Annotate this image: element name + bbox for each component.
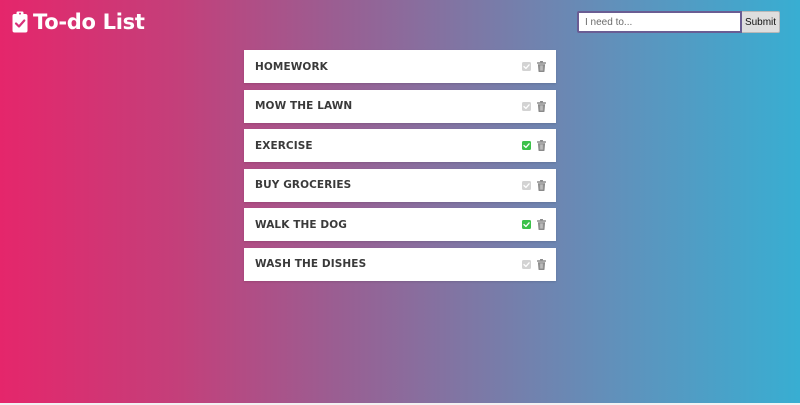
clipboard-check-icon — [12, 11, 28, 33]
todo-text: HOMEWORK — [255, 60, 328, 73]
trash-icon[interactable] — [537, 100, 546, 112]
todo-list: HOMEWORK MOW THE LAWN EXERCISE BUY GROCERIE… — [244, 50, 556, 288]
todo-item: HOMEWORK — [244, 50, 556, 83]
todo-text: WASH THE DISHES — [255, 258, 367, 271]
submit-button[interactable]: Submit — [742, 11, 780, 33]
unchecked-checkbox-icon[interactable] — [522, 180, 531, 190]
app-brand: To-do List — [12, 9, 145, 35]
todo-text: BUY GROCERIES — [255, 179, 352, 192]
todo-text: MOW THE LAWN — [255, 100, 353, 113]
trash-icon[interactable] — [537, 258, 546, 270]
page-title: To-do List — [33, 10, 145, 34]
trash-icon[interactable] — [537, 179, 546, 191]
todo-input[interactable] — [577, 11, 742, 33]
unchecked-checkbox-icon[interactable] — [522, 101, 531, 111]
checked-checkbox-icon[interactable] — [522, 141, 531, 151]
todo-item: WASH THE DISHES — [244, 247, 556, 281]
todo-item: MOW THE LAWN — [244, 89, 556, 123]
trash-icon[interactable] — [537, 140, 546, 152]
checked-checkbox-icon[interactable] — [522, 220, 531, 230]
unchecked-checkbox-icon[interactable] — [522, 259, 531, 269]
todo-text: EXERCISE — [255, 139, 313, 152]
todo-item: WALK THE DOG — [244, 208, 556, 242]
trash-icon[interactable] — [537, 61, 546, 72]
trash-icon[interactable] — [537, 219, 546, 231]
unchecked-checkbox-icon[interactable] — [522, 62, 531, 71]
todo-item: EXERCISE — [244, 129, 556, 163]
todo-item: BUY GROCERIES — [244, 168, 556, 202]
add-todo-form: Submit — [577, 11, 780, 33]
todo-text: WALK THE DOG — [255, 218, 347, 231]
